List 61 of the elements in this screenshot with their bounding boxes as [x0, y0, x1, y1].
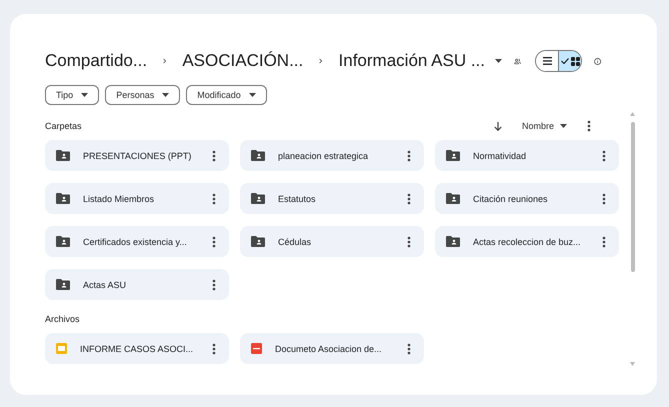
more-options-icon[interactable] [212, 278, 216, 290]
folder-card[interactable]: Citación reuniones [435, 183, 619, 214]
folder-card[interactable]: Listado Miembros [45, 183, 229, 214]
more-options-icon[interactable] [212, 192, 216, 204]
info-icon[interactable] [594, 56, 602, 66]
filter-chip[interactable]: Modificado [186, 85, 267, 105]
file-card[interactable]: Documeto Asociacion de... [240, 333, 424, 364]
breadcrumb-item[interactable]: Información ASU ... [338, 51, 485, 71]
caret-icon [494, 59, 502, 63]
folder-card[interactable]: Normatividad [435, 140, 619, 171]
sort-button[interactable]: Nombre [522, 121, 567, 131]
file-card[interactable]: INFORME CASOS ASOCI... [45, 333, 229, 364]
shared-folder-icon [446, 193, 460, 204]
filter-chip[interactable]: Tipo [45, 85, 100, 105]
more-options-icon[interactable] [407, 192, 411, 204]
breadcrumb-item[interactable]: Compartido... [45, 51, 148, 71]
pdf-file-icon [251, 343, 262, 354]
more-options-icon[interactable] [587, 120, 591, 132]
more-options-icon[interactable] [407, 236, 411, 248]
folder-card[interactable]: Estatutos [240, 183, 424, 214]
breadcrumb-item[interactable]: ASOCIACIÓN... [182, 51, 304, 71]
caret-icon [81, 93, 88, 97]
more-options-icon[interactable] [212, 342, 216, 354]
shared-folder-icon [251, 150, 265, 161]
filter-chip[interactable]: Personas [105, 85, 180, 105]
more-options-icon[interactable] [407, 150, 411, 162]
more-options-icon[interactable] [212, 150, 216, 162]
sort-direction-icon[interactable] [494, 122, 502, 130]
grid-icon [570, 56, 580, 66]
people-icon[interactable] [514, 56, 522, 66]
section-title: Archivos [45, 314, 80, 324]
folder-card[interactable]: Certificados existencia y... [45, 226, 229, 257]
more-options-icon[interactable] [602, 150, 606, 162]
scrollbar-thumb[interactable] [631, 122, 635, 272]
more-options-icon[interactable] [602, 236, 606, 248]
folder-card[interactable]: Actas ASU [45, 269, 229, 300]
shared-folder-icon [251, 236, 265, 247]
shared-folder-icon [446, 150, 460, 161]
chevron-icon [163, 57, 166, 65]
shared-folder-icon [56, 193, 70, 204]
folder-card[interactable]: Actas recoleccion de buz... [435, 226, 619, 257]
shared-folder-icon [251, 193, 265, 204]
slides-file-icon [56, 343, 67, 354]
list-icon [542, 57, 552, 65]
more-options-icon[interactable] [602, 192, 606, 204]
shared-folder-icon [56, 236, 70, 247]
shared-folder-icon [446, 236, 460, 247]
check-icon [560, 58, 569, 64]
grid-view-button[interactable] [558, 51, 581, 71]
folder-card[interactable]: PRESENTACIONES (PPT) [45, 140, 229, 171]
shared-folder-icon [56, 279, 70, 290]
folder-card[interactable]: Cédulas [240, 226, 424, 257]
caret-icon [560, 124, 567, 128]
caret-icon [248, 93, 256, 97]
more-options-icon[interactable] [407, 342, 411, 354]
more-options-icon[interactable] [212, 236, 216, 248]
section-title: Carpetas [45, 121, 82, 131]
shared-folder-icon [56, 150, 70, 161]
caret-icon [162, 93, 170, 97]
chevron-icon [319, 57, 323, 65]
folder-card[interactable]: planeacion estrategica [240, 140, 424, 171]
